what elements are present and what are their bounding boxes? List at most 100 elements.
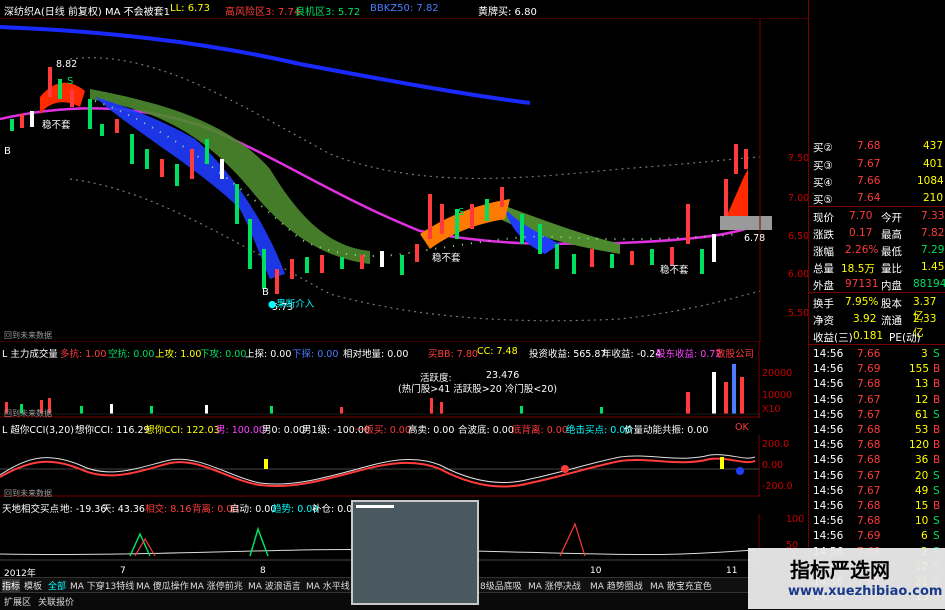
- popup-title-bar[interactable]: [356, 505, 394, 508]
- tab-ma-wave[interactable]: MA 波浪语言: [248, 579, 301, 592]
- cci-item: 想你CCI: 122.03: [145, 425, 220, 435]
- tick-time: 14:56: [813, 469, 844, 482]
- tick-price: 7.69: [857, 363, 881, 376]
- tick-time: 14:56: [813, 439, 844, 452]
- tick-time: 14:56: [813, 454, 844, 467]
- cci-item: 一板买: 0.00: [355, 425, 411, 435]
- cci-title: L 超你CCI(3,20): [2, 425, 74, 435]
- ask-label: 买③: [813, 160, 833, 172]
- x-month-label: 7: [120, 566, 126, 576]
- future-data-label: 回到未来数据: [4, 409, 52, 418]
- stat-value: 0.17: [849, 227, 873, 239]
- tick-volume: 3: [921, 348, 928, 360]
- tick-side: S: [933, 484, 940, 497]
- tick-time: 14:56: [813, 408, 844, 421]
- tick-side: B: [933, 454, 941, 467]
- cci-item: 男0: 0.00: [262, 425, 305, 435]
- stat-row: 换手 7.95% 股本 3.37亿: [809, 294, 945, 322]
- main-price-chart[interactable]: [0, 19, 808, 342]
- ask-row: 买④ 7.66 1084: [809, 173, 945, 189]
- tick-volume: 15: [915, 500, 929, 512]
- tab-ma-level[interactable]: MA 水平线: [306, 579, 350, 592]
- tick-price: 7.68: [857, 378, 881, 391]
- sell-marker-2: S: [458, 207, 465, 218]
- price-tick: 5.50: [788, 308, 810, 319]
- cci-line-red: [0, 457, 756, 488]
- tab-all[interactable]: 全部: [48, 579, 66, 592]
- yellow-buy-value: 黄牌买: 6.80: [478, 7, 537, 18]
- ask-price: 7.67: [857, 158, 881, 170]
- stat-row: 涨幅 2.26% 最低 7.29: [809, 242, 945, 258]
- popup-window[interactable]: [351, 500, 479, 605]
- cci-item: 绝击买点: 0.00: [566, 425, 632, 435]
- x-month-label: 10: [590, 566, 602, 576]
- ask-label: 买⑤: [813, 194, 833, 206]
- ask-volume: 401: [923, 158, 944, 170]
- tick-time: 14:56: [813, 530, 844, 543]
- volume-tick: 20000: [762, 368, 793, 379]
- related-quote-button[interactable]: 关联报价: [38, 595, 74, 608]
- tab-ma-trend[interactable]: MA 趋势圈战: [590, 579, 643, 592]
- bottom-item: 地: -19.36: [60, 504, 107, 514]
- tab-template[interactable]: 模板: [24, 579, 42, 592]
- chance-value: 良机区3: 5.72: [295, 7, 361, 18]
- buy-marker-2: B: [262, 287, 269, 298]
- watermark-title: 指标严选网: [790, 558, 890, 582]
- chart-header: 深纺织A(日线 前复权) MA 不会被套1 LL: 6.73 高风险区3: 7.…: [0, 0, 808, 19]
- future-data-label: 回到未来数据: [4, 331, 52, 340]
- stat-label: 最高: [881, 229, 902, 241]
- tab-ma-limit-up[interactable]: MA 涨停前兆: [190, 579, 243, 592]
- price-axis: 7.50 7.00 6.50 6.00 5.50: [760, 19, 810, 342]
- tick-volume: 120: [909, 439, 930, 452]
- stat-label: 现价: [813, 212, 834, 224]
- stat-row: 现价 7.70 今开 7.33: [809, 208, 945, 224]
- stat-value: 7.70: [849, 210, 873, 222]
- tab-ma-cross[interactable]: MA 下穿13特线: [70, 579, 134, 592]
- tab-ma-color[interactable]: MA 散宝充宜色: [650, 579, 712, 592]
- bottom-title: 天地相交买点: [2, 504, 60, 514]
- tick-side: B: [933, 393, 941, 406]
- tick-side: B: [933, 439, 941, 452]
- tick-side: S: [933, 530, 940, 543]
- tab-bottom-buy[interactable]: 8级品底吸: [480, 579, 522, 592]
- buy-marker-1: B: [4, 146, 11, 157]
- tick-time: 14:56: [813, 484, 844, 497]
- cci-chart[interactable]: [0, 435, 760, 497]
- tab-ma-limit-battle[interactable]: MA 涨停决战: [528, 579, 581, 592]
- tick-side: S: [933, 408, 940, 421]
- cci-item: 想你CCI: 116.29: [75, 425, 150, 435]
- price-tick: 6.00: [788, 269, 810, 280]
- stat-value: 3.92: [853, 313, 877, 325]
- tab-indicator[interactable]: 指标: [2, 579, 21, 592]
- ask-volume: 210: [923, 192, 944, 204]
- tick-volume: 20: [915, 469, 929, 482]
- x-month-label: 8: [260, 566, 266, 576]
- tick-volume: 10: [915, 515, 929, 528]
- tick-side: B: [933, 500, 941, 512]
- cci-tick: 200.0: [762, 439, 790, 450]
- future-data-label: 回到未来数据: [4, 489, 52, 498]
- ask-price: 7.66: [857, 175, 881, 187]
- volume-bars[interactable]: [0, 342, 760, 418]
- stat-label: PE(动): [889, 332, 921, 344]
- volume-tick: 10000: [762, 390, 793, 401]
- ask-volume: 1084: [917, 175, 944, 187]
- stat-value: 97131: [845, 278, 879, 290]
- no-trap-label-3: 稳不套: [660, 265, 689, 276]
- sell-marker-1: S: [67, 76, 74, 87]
- tick-side: S: [933, 515, 940, 528]
- x-month-label: 11: [726, 566, 738, 576]
- stat-value: 7.29: [921, 244, 945, 256]
- watermark-url: www.xuezhibiao.com: [788, 584, 943, 599]
- tick-volume: 12: [915, 393, 929, 406]
- stat-label: 涨跌: [813, 229, 834, 241]
- price-tick: 7.00: [788, 193, 810, 204]
- tick-volume: 13: [915, 378, 929, 391]
- expand-area-button[interactable]: 扩展区: [4, 595, 31, 608]
- stat-label: 内盘: [881, 280, 902, 292]
- quote-panel: 买② 7.68 437 买③ 7.67 401 买④ 7.66 1084 买⑤ …: [808, 0, 945, 609]
- tab-ma-simple[interactable]: MA 傻瓜操作: [136, 579, 189, 592]
- bbkz-value: BBKZ50: 7.82: [370, 3, 439, 14]
- tick-price: 7.67: [857, 484, 881, 497]
- tick-price: 7.66: [857, 348, 881, 360]
